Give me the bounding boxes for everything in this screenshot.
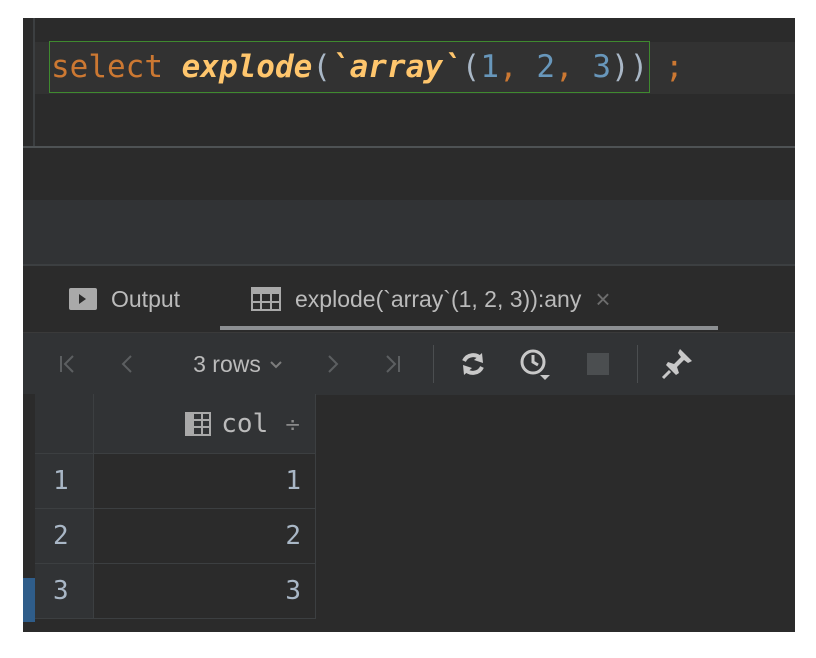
output-icon: [69, 288, 97, 310]
table-cell[interactable]: 2: [94, 509, 316, 564]
last-page-icon[interactable]: [377, 333, 407, 395]
function-array: `array`: [330, 49, 462, 85]
active-tab-indicator: [220, 326, 718, 330]
ide-window: select explode(`array`(1, 2, 3)) ; Outpu…: [23, 18, 795, 632]
table-grid-icon: [251, 287, 281, 311]
stop-icon[interactable]: [583, 333, 613, 395]
table-cell[interactable]: 3: [94, 564, 316, 619]
panel-splitter[interactable]: [23, 200, 795, 264]
table-cell[interactable]: 1: [94, 454, 316, 509]
first-page-icon[interactable]: [53, 333, 83, 395]
tab-result[interactable]: explode(`array`(1, 2, 3)):any ×: [223, 266, 611, 332]
history-icon[interactable]: [515, 333, 555, 395]
number-1: 1: [480, 49, 499, 85]
results-tab-bar: Output explode(`array`(1, 2, 3)):any ×: [23, 266, 795, 332]
sql-editor[interactable]: select explode(`array`(1, 2, 3)) ;: [23, 18, 795, 146]
toolbar-separator: [433, 345, 434, 383]
paren-open-2: (: [461, 49, 481, 85]
row-number[interactable]: 1: [35, 454, 94, 509]
comma-2: ,: [554, 49, 593, 85]
column-header-label: col: [221, 408, 269, 439]
row-number[interactable]: 3: [35, 564, 94, 619]
sort-icon[interactable]: ÷: [284, 412, 301, 436]
tab-output-label: Output: [111, 285, 181, 312]
rows-count-dropdown[interactable]: 3 rows: [173, 333, 303, 395]
tab-output[interactable]: Output: [69, 266, 180, 332]
editor-empty-area: [23, 148, 795, 200]
refresh-icon[interactable]: [455, 333, 491, 395]
sql-statement[interactable]: select explode(`array`(1, 2, 3)): [49, 41, 651, 93]
prev-page-icon[interactable]: [115, 333, 139, 395]
column-icon: [185, 411, 212, 436]
number-2: 2: [536, 49, 555, 85]
paren-close: )): [610, 49, 649, 85]
grid-corner[interactable]: [35, 394, 94, 454]
close-icon[interactable]: ×: [595, 284, 610, 315]
next-page-icon[interactable]: [321, 333, 345, 395]
number-3: 3: [592, 49, 611, 85]
rows-count-label: 3 rows: [193, 350, 261, 377]
chevron-down-icon: [269, 354, 283, 375]
paren-open: (: [312, 49, 331, 85]
results-toolbar: 3 rows: [23, 332, 795, 395]
comma-1: ,: [498, 49, 537, 85]
row-number[interactable]: 2: [35, 509, 94, 564]
selection-marker: [23, 578, 35, 622]
pin-icon[interactable]: [657, 333, 697, 395]
column-header-col[interactable]: col ÷: [94, 394, 316, 454]
tab-result-label: explode(`array`(1, 2, 3)):any: [295, 285, 582, 312]
function-explode: explode: [181, 49, 313, 85]
keyword-select: select: [51, 49, 163, 85]
toolbar-separator: [637, 345, 638, 383]
semicolon: ;: [665, 49, 684, 85]
